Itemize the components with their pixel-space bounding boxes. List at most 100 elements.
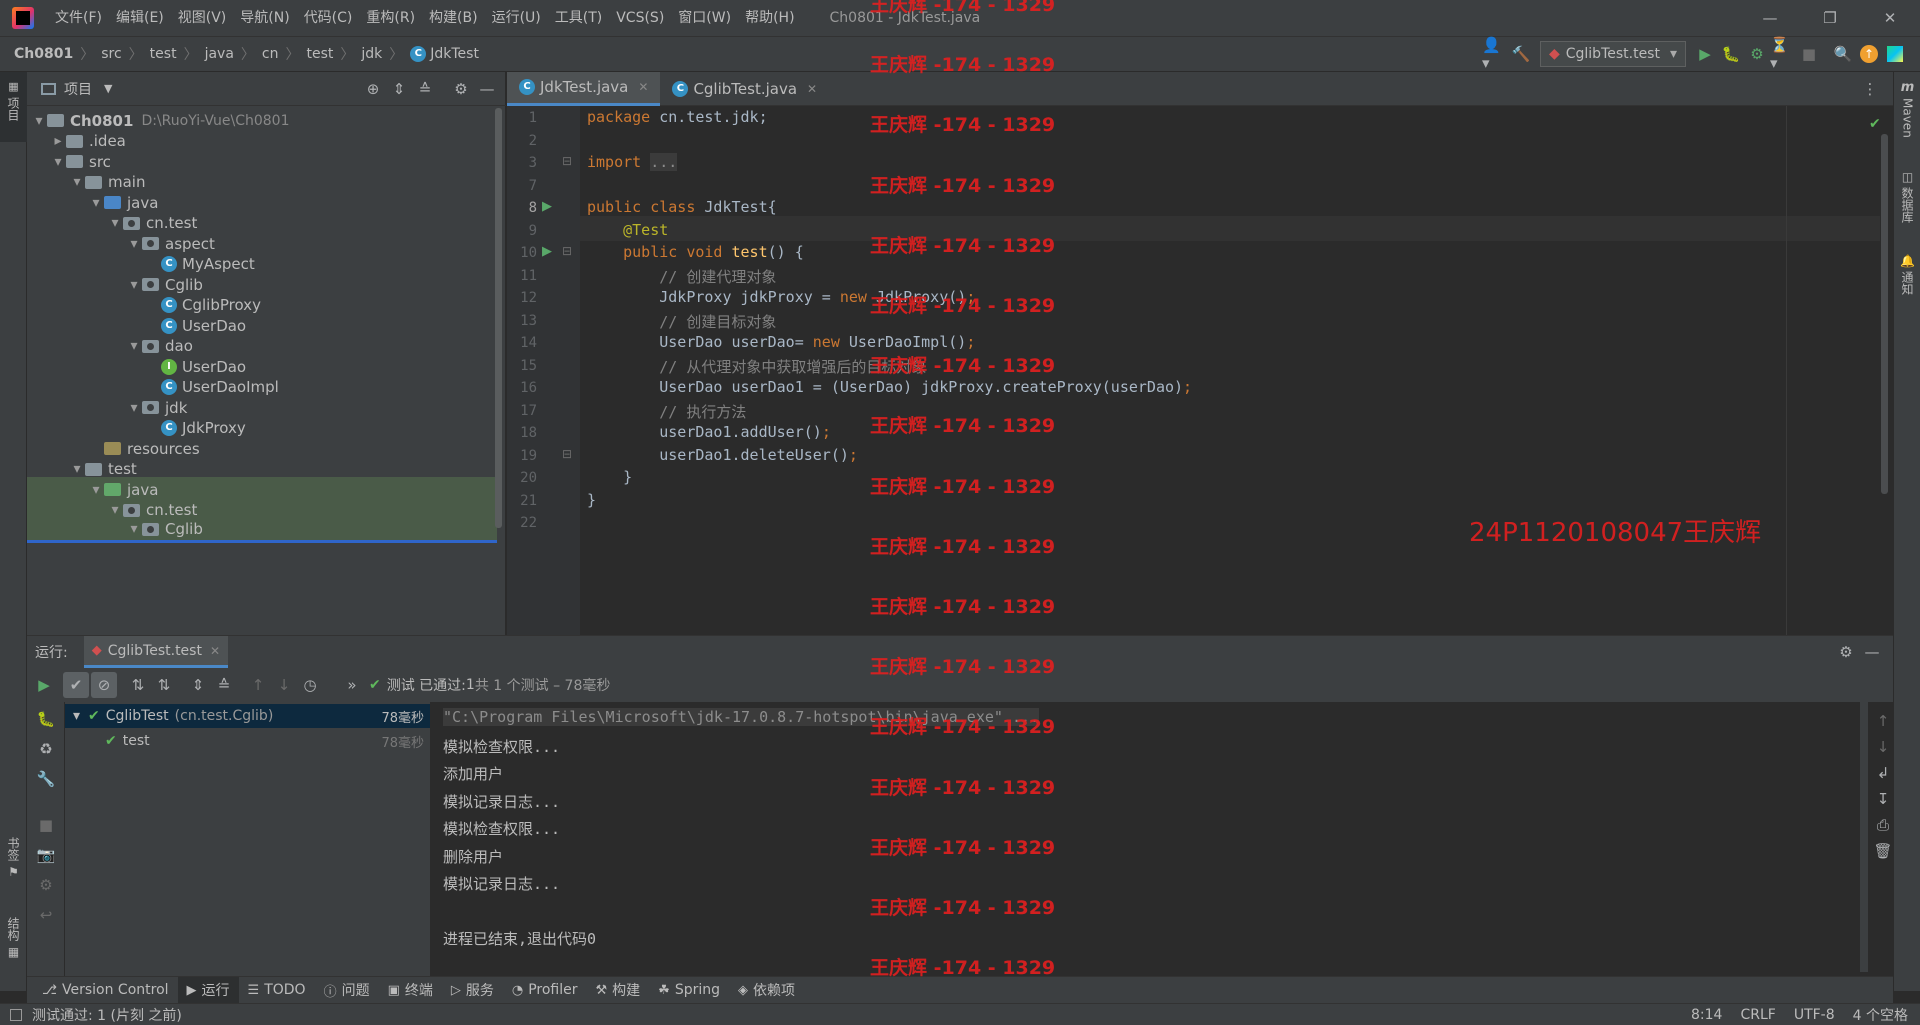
menu-item[interactable]: 帮助(H) <box>738 0 801 36</box>
menu-item[interactable]: 重构(R) <box>359 0 422 36</box>
menu-item[interactable]: VCS(S) <box>609 0 671 36</box>
menu-item[interactable]: 导航(N) <box>233 0 296 36</box>
menu-item[interactable]: 视图(V) <box>171 0 234 36</box>
project-tool-button[interactable]: ▦ 项目 <box>0 72 27 142</box>
chevron-down-icon[interactable]: ▼ <box>104 82 112 95</box>
menu-item[interactable]: 运行(U) <box>485 0 548 36</box>
chevron-down-icon[interactable]: ▾ <box>69 174 85 190</box>
locate-icon[interactable]: ⊕ <box>360 76 386 102</box>
code-line[interactable]: UserDao userDao= new UserDaoImpl(); <box>587 333 975 351</box>
bottom-tab-spring[interactable]: ☘ Spring <box>649 977 729 1004</box>
bottom-tab-terminal[interactable]: ▣ 终端 <box>379 977 442 1004</box>
chevron-down-icon[interactable]: ▾ <box>126 400 142 416</box>
tree-row[interactable]: ▾ Cglib <box>27 518 497 543</box>
restore-icon[interactable]: ❐ <box>1800 5 1860 31</box>
code-line[interactable]: } <box>587 468 632 486</box>
settings-icon[interactable]: ⚙ <box>33 872 59 898</box>
breadcrumb-item[interactable]: test <box>150 46 177 62</box>
chevron-down-icon[interactable]: ▾ <box>126 277 142 293</box>
menu-item[interactable]: 工具(T) <box>548 0 609 36</box>
close-tab-icon[interactable]: ✕ <box>807 82 817 96</box>
rerun-icon[interactable]: ▶ <box>31 672 57 698</box>
chevron-down-icon[interactable]: ▾ <box>73 708 80 724</box>
tab-jdktest[interactable]: C JdkTest.java ✕ <box>507 71 661 106</box>
bottom-tab-build[interactable]: ⚒ 构建 <box>587 977 650 1004</box>
debug-icon[interactable]: 🐛 <box>1718 41 1744 67</box>
bottom-tab-dependencies[interactable]: ◈ 依赖项 <box>729 977 804 1004</box>
breadcrumb-item[interactable]: jdk <box>361 46 382 62</box>
run-config-select[interactable]: ◆ CglibTest.test ▾ <box>1539 41 1686 67</box>
chevron-down-icon[interactable]: ▾ <box>107 215 123 231</box>
code-line[interactable]: } <box>587 491 596 509</box>
code-line[interactable]: public class JdkTest{ <box>587 198 777 216</box>
scroll-down-icon[interactable]: ↓ <box>1870 734 1896 760</box>
status-message[interactable]: 测试通过: 1 (片刻 之前) <box>32 1005 182 1025</box>
collapse-all-icon[interactable]: ≙ <box>211 672 237 698</box>
close-tab-icon[interactable]: ✕ <box>210 644 220 658</box>
user-icon[interactable]: 👤▾ <box>1482 36 1508 72</box>
wrench-icon[interactable]: 🔧 <box>33 766 59 792</box>
code-area[interactable]: ✔ package cn.test.jdk; import ... public c… <box>507 106 1893 635</box>
code-line[interactable]: // 从代理对象中获取增强后的目标对象 <box>587 356 926 377</box>
chevron-down-icon[interactable]: ▾ <box>31 113 47 129</box>
menu-item[interactable]: 构建(B) <box>422 0 485 36</box>
more-tabs-icon[interactable]: ⋮ <box>1857 76 1883 102</box>
code-line[interactable]: public void test() { <box>587 243 804 261</box>
breadcrumb-item[interactable]: java <box>205 46 234 62</box>
breadcrumb-item[interactable]: test <box>306 46 333 62</box>
chevron-down-icon[interactable]: ▾ <box>126 521 142 537</box>
chevron-down-icon[interactable]: ▾ <box>126 338 142 354</box>
bottom-tab-services[interactable]: ▷ 服务 <box>442 977 503 1004</box>
breadcrumb-item[interactable]: Ch0801 <box>14 46 73 62</box>
chevron-down-icon[interactable]: ▾ <box>69 461 85 477</box>
soft-wrap-icon[interactable]: ↲ <box>1870 760 1896 786</box>
code-line[interactable]: import ... <box>587 153 678 171</box>
chevron-right-icon[interactable]: ▸ <box>50 133 66 149</box>
structure-tool-button[interactable]: 结构 ▦ <box>0 917 27 987</box>
chevron-down-icon[interactable]: ▾ <box>107 502 123 518</box>
code-line[interactable]: package cn.test.jdk; <box>587 108 768 126</box>
scroll-to-end-icon[interactable]: ↧ <box>1870 786 1896 812</box>
bottom-tab-vcs[interactable]: ⎇ Version Control <box>33 977 178 1004</box>
chevron-down-icon[interactable]: ▾ <box>50 154 66 170</box>
run-tab[interactable]: ◆ CglibTest.test ✕ <box>83 636 229 668</box>
caret-position[interactable]: 8:14 <box>1691 1007 1722 1023</box>
menu-item[interactable]: 代码(C) <box>297 0 360 36</box>
bottom-tab-todo[interactable]: ☰ TODO <box>239 977 315 1004</box>
code-line[interactable]: // 创建代理对象 <box>587 266 776 287</box>
close-icon[interactable]: ✕ <box>1860 5 1920 31</box>
code-line[interactable]: JdkProxy jdkProxy = new JdkProxy(); <box>587 288 975 306</box>
bottom-tab-problems[interactable]: ⓘ 问题 <box>315 977 379 1004</box>
code-line[interactable]: userDao1.addUser(); <box>587 423 831 441</box>
line-separator[interactable]: CRLF <box>1740 1007 1775 1023</box>
camera-icon[interactable]: 📷 <box>33 842 59 868</box>
code-line[interactable]: userDao1.deleteUser(); <box>587 446 858 464</box>
close-tab-icon[interactable]: ✕ <box>638 80 648 94</box>
build-hammer-icon[interactable]: 🔨 <box>1508 41 1534 67</box>
sort-duration-icon[interactable]: ⇅ <box>151 672 177 698</box>
next-failed-icon[interactable]: ↓ <box>271 672 297 698</box>
inspection-ok-icon[interactable]: ✔ <box>1869 116 1881 132</box>
tab-cglibtest[interactable]: C CglibTest.java ✕ <box>660 72 829 106</box>
trash-icon[interactable]: 🗑 <box>1870 838 1896 864</box>
expand-all-icon[interactable]: ⇕ <box>386 76 412 102</box>
debug-icon[interactable]: 🐛 <box>33 706 59 732</box>
status-panel-icon[interactable] <box>10 1008 22 1021</box>
jetbrains-icon[interactable] <box>1882 41 1908 67</box>
gear-icon[interactable]: ⚙ <box>1833 639 1859 665</box>
code-line[interactable]: UserDao userDao1 = (UserDao) jdkProxy.cr… <box>587 378 1192 396</box>
test-history-icon[interactable]: ◷ <box>297 672 323 698</box>
code-line[interactable]: // 创建目标对象 <box>587 311 776 332</box>
menu-item[interactable]: 窗口(W) <box>671 0 738 36</box>
stop-icon[interactable]: ■ <box>1796 41 1822 67</box>
menu-item[interactable]: 编辑(E) <box>109 0 171 36</box>
show-ignored-icon[interactable]: ⊘ <box>91 672 117 698</box>
code-line[interactable]: // 执行方法 <box>587 401 746 422</box>
breadcrumb-item[interactable]: src <box>101 46 121 62</box>
hide-panel-icon[interactable]: — <box>1859 639 1885 665</box>
exit-icon[interactable]: ↩ <box>33 902 59 928</box>
breadcrumb-item[interactable]: JdkTest <box>430 46 479 62</box>
chevron-down-icon[interactable]: ▾ <box>126 236 142 252</box>
chevron-down-icon[interactable]: ▾ <box>88 195 104 211</box>
hide-panel-icon[interactable]: — <box>474 76 500 102</box>
